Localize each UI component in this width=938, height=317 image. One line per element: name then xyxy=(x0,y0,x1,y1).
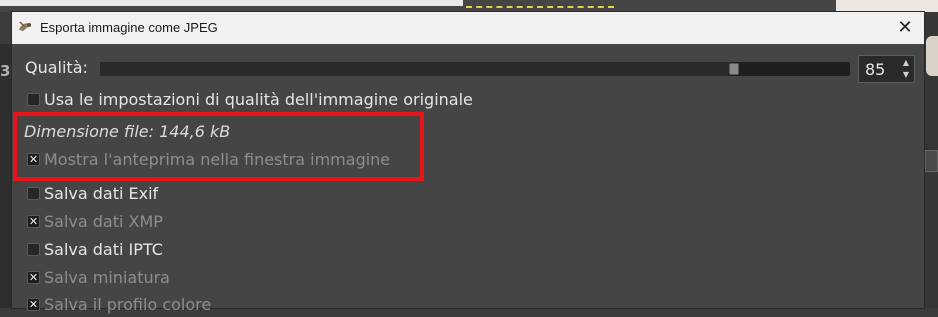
spin-up-icon[interactable]: ▲ xyxy=(899,57,913,69)
background-left-panel xyxy=(0,44,12,308)
save-thumbnail-label: Salva miniatura xyxy=(44,268,170,287)
save-color-profile-label: Salva il profilo colore xyxy=(44,295,212,314)
background-canvas-strip xyxy=(0,0,463,6)
red-highlight-box xyxy=(13,112,424,181)
quality-slider-handle[interactable] xyxy=(729,63,739,75)
background-image-preview xyxy=(926,36,938,76)
save-color-profile-checkbox[interactable]: ✕ xyxy=(27,298,40,311)
dialog-title: Esporta immagine come JPEG xyxy=(40,20,218,35)
quality-spinbox[interactable]: 85 ▲ ▼ xyxy=(858,55,915,83)
save-thumbnail-checkbox[interactable]: ✕ xyxy=(27,271,40,284)
use-original-quality-checkbox[interactable] xyxy=(27,93,40,106)
quality-slider[interactable] xyxy=(100,62,850,76)
save-iptc-label: Salva dati IPTC xyxy=(44,240,163,259)
use-original-quality-label: Usa le impostazioni di qualità dell'imma… xyxy=(44,90,473,109)
save-xmp-label: Salva dati XMP xyxy=(44,212,163,231)
quality-slider-fill xyxy=(100,62,729,76)
quality-label: Qualità: xyxy=(25,58,88,77)
close-button[interactable]: ✕ xyxy=(892,15,918,41)
close-icon: ✕ xyxy=(897,17,913,38)
save-xmp-checkbox[interactable]: ✕ xyxy=(27,215,40,228)
background-image-thumbnail xyxy=(836,0,938,12)
export-jpeg-dialog: Esporta immagine come JPEG ✕ Qualità: 85… xyxy=(12,12,924,314)
save-exif-label: Salva dati Exif xyxy=(44,184,159,203)
gimp-app-icon xyxy=(19,21,31,31)
background-panel-button[interactable] xyxy=(925,150,938,172)
spin-down-icon[interactable]: ▼ xyxy=(899,69,913,81)
save-iptc-checkbox[interactable] xyxy=(27,243,40,256)
save-exif-checkbox[interactable] xyxy=(27,187,40,200)
quality-value[interactable]: 85 xyxy=(865,60,885,79)
dialog-titlebar: Esporta immagine come JPEG ✕ xyxy=(12,12,924,44)
background-left-number: 3 xyxy=(0,62,11,80)
